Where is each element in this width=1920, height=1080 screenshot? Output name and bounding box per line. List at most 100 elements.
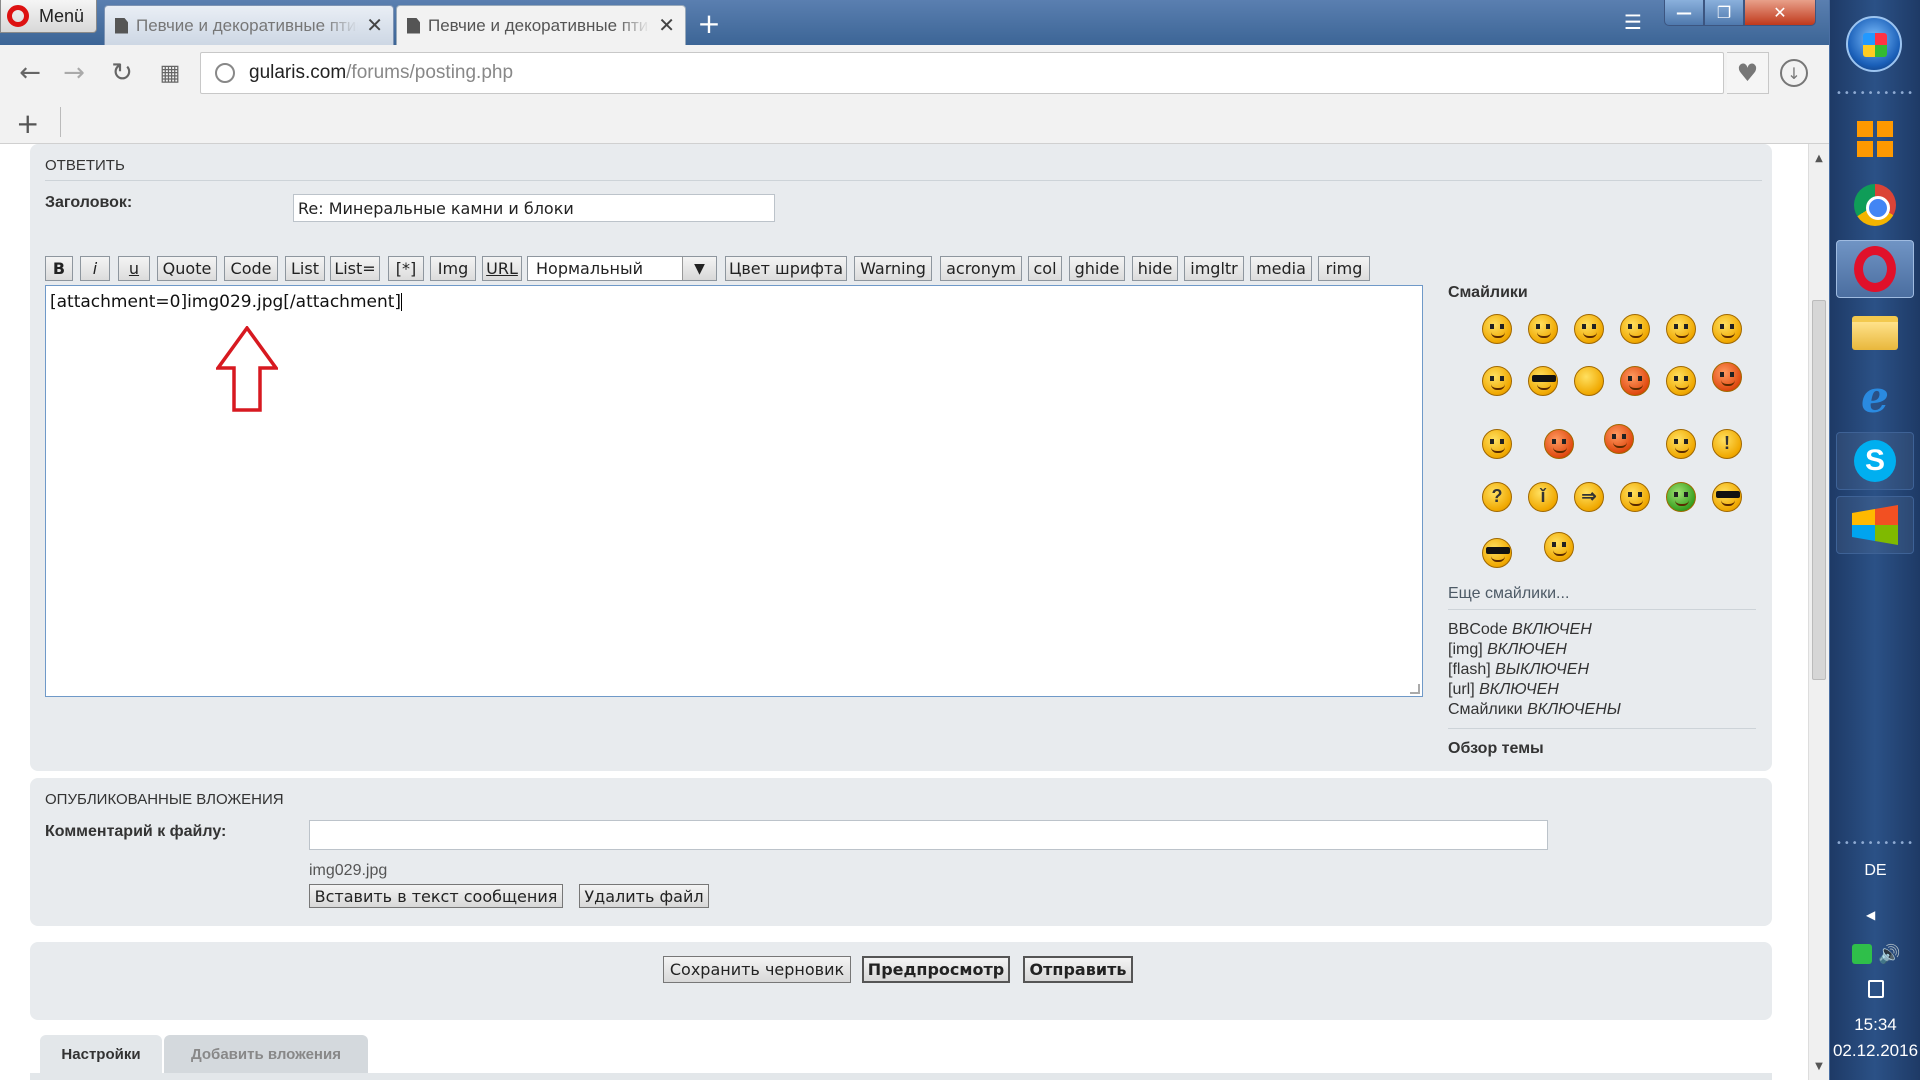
smiley-idea-icon[interactable]: ǐ [1528, 482, 1558, 512]
browser-tab-1[interactable]: Певчие и декоративные птицы ✕ [104, 5, 394, 45]
chrome-icon[interactable] [1836, 176, 1914, 234]
smiley-sick-icon[interactable] [1666, 482, 1696, 512]
site-info-icon[interactable] [215, 63, 235, 83]
insert-into-message-button[interactable]: Вставить в текст сообщения [309, 884, 563, 908]
smiley-surprised-icon[interactable] [1666, 314, 1696, 344]
page-scrollbar[interactable]: ▲ ▼ [1808, 144, 1829, 1080]
bookmark-heart-icon[interactable]: ♥ [1727, 52, 1769, 94]
office-icon[interactable] [1836, 496, 1914, 554]
smiley-angry-icon[interactable] [1544, 429, 1574, 459]
smiley-shocked-icon[interactable] [1712, 314, 1742, 344]
dropdown-arrow-icon[interactable]: ▼ [682, 257, 716, 280]
address-input[interactable]: gularis.com/forums/posting.php [200, 52, 1724, 94]
smiley-arrow-icon[interactable]: ⇒ [1574, 482, 1604, 512]
ghide-button[interactable]: ghide [1069, 256, 1125, 281]
code-button[interactable]: Code [224, 256, 278, 281]
taskbar-grip[interactable]: •••••••••• [1830, 88, 1920, 98]
smiley-shades-grin-icon[interactable] [1482, 538, 1512, 568]
network-icon[interactable] [1851, 944, 1872, 964]
topic-review-link[interactable]: Обзор темы [1448, 740, 1544, 758]
speed-dial-icon[interactable]: ▦ [154, 57, 186, 89]
new-tab-button[interactable]: + [694, 7, 724, 40]
file-explorer-icon[interactable] [1836, 304, 1914, 362]
tab-menu-icon[interactable]: ☰ [1620, 10, 1646, 34]
tab-settings[interactable]: Настройки [40, 1035, 162, 1073]
smiley-laugh-icon[interactable] [1712, 362, 1742, 392]
ordered-list-button[interactable]: List= [330, 256, 380, 281]
tab-add-attachments[interactable]: Добавить вложения [164, 1035, 368, 1073]
font-color-button[interactable]: Цвет шрифта [725, 256, 847, 281]
save-draft-button[interactable]: Сохранить черновик [663, 956, 851, 983]
imgltr-button[interactable]: imgltr [1184, 256, 1244, 281]
tray-icons-row-2 [1830, 980, 1920, 998]
subject-input[interactable]: Re: Минеральные камни и блоки [293, 194, 775, 222]
resize-grip-icon[interactable] [1410, 684, 1420, 694]
smiley-neutral-icon[interactable] [1666, 429, 1696, 459]
col-button[interactable]: col [1028, 256, 1062, 281]
file-comment-input[interactable] [309, 820, 1548, 850]
smiley-devil-icon[interactable] [1604, 424, 1634, 454]
browser-tab-2[interactable]: Певчие и декоративные птицы ✕ [396, 5, 686, 45]
smiley-cool-icon[interactable] [1528, 366, 1558, 396]
close-tab-icon[interactable]: ✕ [658, 13, 675, 38]
menu-label: Menü [39, 5, 85, 26]
italic-button[interactable]: i [80, 256, 110, 281]
smiley-exclaim-icon[interactable]: ! [1712, 429, 1742, 459]
tray-grip[interactable]: •••••••••• [1830, 838, 1920, 848]
smiley-happy-icon[interactable] [1574, 314, 1604, 344]
smiley-soccer-icon[interactable] [1544, 532, 1574, 562]
smiley-question-icon[interactable]: ? [1482, 482, 1512, 512]
acronym-button[interactable]: acronym [940, 256, 1022, 281]
taskbar-apps-icon[interactable] [1836, 110, 1914, 168]
minimize-button[interactable]: — [1664, 0, 1704, 26]
volume-icon[interactable]: 🔊 [1878, 944, 1900, 965]
show-hidden-icons-icon[interactable]: ◀ [1866, 908, 1875, 922]
smiley-sunglasses-icon[interactable] [1712, 482, 1742, 512]
smiley-confused-icon[interactable] [1482, 366, 1512, 396]
forward-button[interactable]: → [58, 57, 90, 89]
power-icon[interactable] [1867, 980, 1884, 998]
smiley-smile-icon[interactable] [1528, 314, 1558, 344]
taskbar-clock[interactable]: 15:34 02.12.2016 [1830, 1012, 1920, 1064]
hide-button[interactable]: hide [1132, 256, 1178, 281]
skype-icon[interactable]: S [1836, 432, 1914, 490]
list-item-button[interactable]: [*] [388, 256, 424, 281]
back-button[interactable]: ← [14, 57, 46, 89]
warning-button[interactable]: Warning [854, 256, 932, 281]
smiley-eek-icon[interactable] [1620, 482, 1650, 512]
close-window-button[interactable]: ✕ [1744, 0, 1816, 26]
quote-button[interactable]: Quote [157, 256, 217, 281]
reload-button[interactable]: ↻ [106, 57, 138, 89]
media-button[interactable]: media [1250, 256, 1312, 281]
smiley-mad-icon[interactable] [1620, 366, 1650, 396]
smiley-grin-icon[interactable] [1482, 314, 1512, 344]
rimg-button[interactable]: rimg [1318, 256, 1370, 281]
smiley-tongue-icon[interactable] [1666, 366, 1696, 396]
bold-button[interactable]: B [45, 256, 73, 281]
close-tab-icon[interactable]: ✕ [366, 13, 383, 38]
language-indicator[interactable]: DE [1830, 862, 1920, 880]
list-button[interactable]: List [285, 256, 325, 281]
add-bookmark-button[interactable]: + [16, 107, 39, 140]
url-button[interactable]: URL [482, 256, 522, 281]
opera-menu-button[interactable]: Menü [0, 0, 97, 33]
more-smilies-link[interactable]: Еще смайлики... [1448, 585, 1569, 603]
tray-icons-row: 🔊 [1830, 944, 1920, 965]
maximize-button[interactable]: ❐ [1704, 0, 1744, 26]
img-button[interactable]: Img [430, 256, 476, 281]
font-size-select[interactable]: Нормальный ▼ [527, 256, 717, 281]
smiley-sad-icon[interactable] [1482, 429, 1512, 459]
smiley-plain-icon[interactable] [1574, 366, 1604, 396]
smiley-wink-icon[interactable] [1620, 314, 1650, 344]
scroll-up-icon[interactable]: ▲ [1809, 148, 1829, 168]
underline-button[interactable]: u [118, 256, 150, 281]
internet-explorer-icon[interactable]: e [1836, 368, 1914, 426]
scroll-down-icon[interactable]: ▼ [1809, 1056, 1829, 1076]
delete-file-button[interactable]: Удалить файл [579, 884, 709, 908]
preview-button[interactable]: Предпросмотр [862, 956, 1010, 983]
scrollbar-thumb[interactable] [1812, 300, 1826, 680]
submit-button[interactable]: Отправить [1023, 956, 1133, 983]
start-button[interactable] [1846, 16, 1902, 72]
download-icon[interactable]: ↓ [1780, 59, 1808, 87]
opera-icon[interactable] [1836, 240, 1914, 298]
